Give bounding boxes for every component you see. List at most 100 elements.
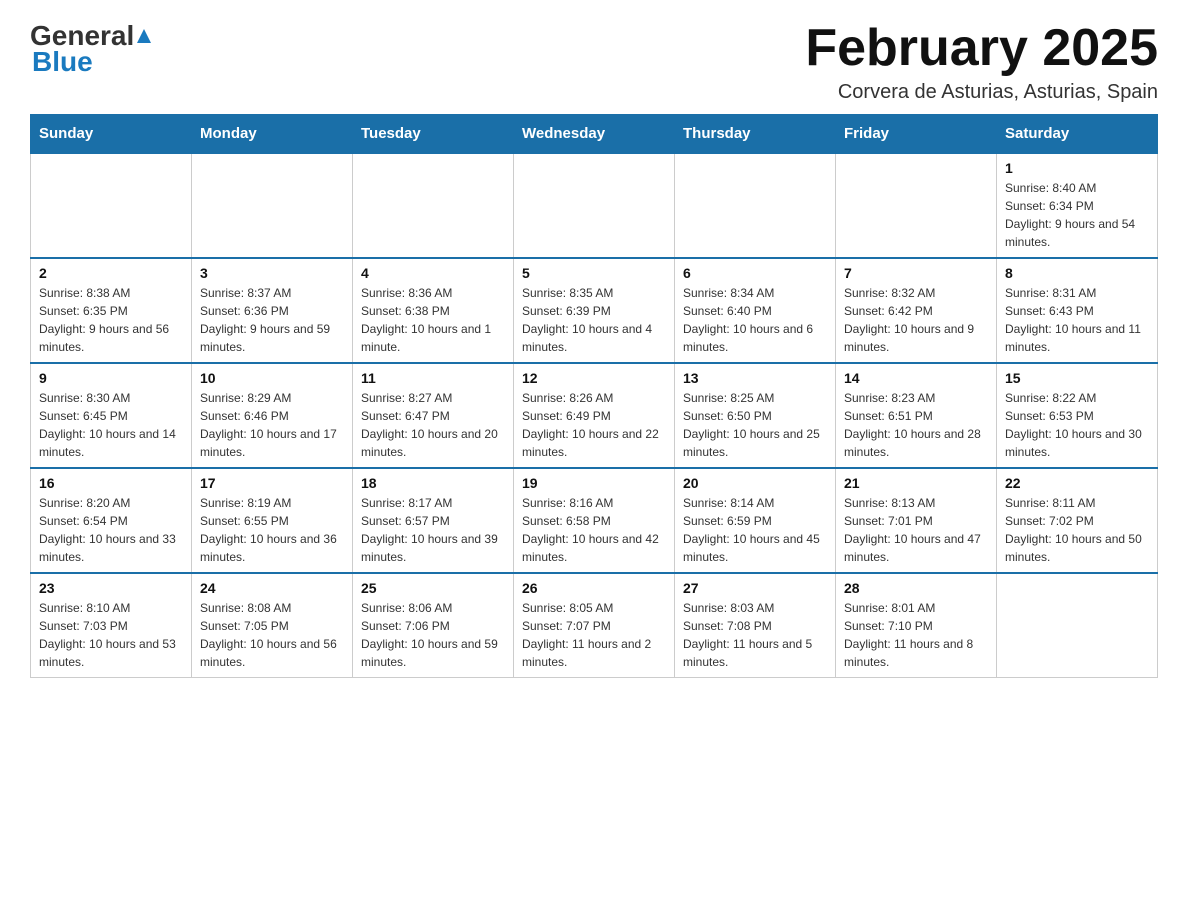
- day-number: 20: [683, 475, 827, 491]
- calendar-cell-w5-d2: 24 Sunrise: 8:08 AM Sunset: 7:05 PM Dayli…: [192, 573, 353, 678]
- day-number: 19: [522, 475, 666, 491]
- day-info: Sunrise: 8:35 AM Sunset: 6:39 PM Dayligh…: [522, 284, 666, 356]
- col-friday: Friday: [836, 115, 997, 154]
- calendar-cell-w3-d6: 14 Sunrise: 8:23 AM Sunset: 6:51 PM Dayli…: [836, 363, 997, 468]
- day-info: Sunrise: 8:19 AM Sunset: 6:55 PM Dayligh…: [200, 494, 344, 566]
- title-section: February 2025 Corvera de Asturias, Astur…: [805, 20, 1158, 104]
- day-info: Sunrise: 8:38 AM Sunset: 6:35 PM Dayligh…: [39, 284, 183, 356]
- day-info: Sunrise: 8:01 AM Sunset: 7:10 PM Dayligh…: [844, 599, 988, 671]
- day-number: 21: [844, 475, 988, 491]
- calendar-cell-w4-d4: 19 Sunrise: 8:16 AM Sunset: 6:58 PM Dayli…: [514, 468, 675, 573]
- calendar-cell-w1-d6: [836, 153, 997, 258]
- calendar-cell-w5-d1: 23 Sunrise: 8:10 AM Sunset: 7:03 PM Dayli…: [31, 573, 192, 678]
- day-info: Sunrise: 8:05 AM Sunset: 7:07 PM Dayligh…: [522, 599, 666, 671]
- day-info: Sunrise: 8:37 AM Sunset: 6:36 PM Dayligh…: [200, 284, 344, 356]
- day-number: 24: [200, 580, 344, 596]
- calendar-cell-w3-d7: 15 Sunrise: 8:22 AM Sunset: 6:53 PM Dayli…: [997, 363, 1158, 468]
- day-info: Sunrise: 8:25 AM Sunset: 6:50 PM Dayligh…: [683, 389, 827, 461]
- logo: General Blue: [30, 20, 154, 78]
- calendar-cell-w3-d1: 9 Sunrise: 8:30 AM Sunset: 6:45 PM Daylig…: [31, 363, 192, 468]
- calendar-cell-w5-d5: 27 Sunrise: 8:03 AM Sunset: 7:08 PM Dayli…: [675, 573, 836, 678]
- calendar-cell-w2-d7: 8 Sunrise: 8:31 AM Sunset: 6:43 PM Daylig…: [997, 258, 1158, 363]
- day-number: 13: [683, 370, 827, 386]
- day-number: 18: [361, 475, 505, 491]
- calendar-week-4: 16 Sunrise: 8:20 AM Sunset: 6:54 PM Dayli…: [31, 468, 1158, 573]
- day-number: 17: [200, 475, 344, 491]
- day-number: 4: [361, 265, 505, 281]
- day-info: Sunrise: 8:08 AM Sunset: 7:05 PM Dayligh…: [200, 599, 344, 671]
- day-number: 3: [200, 265, 344, 281]
- day-number: 16: [39, 475, 183, 491]
- logo-triangle-icon: [134, 27, 154, 45]
- col-thursday: Thursday: [675, 115, 836, 154]
- calendar-cell-w1-d1: [31, 153, 192, 258]
- day-number: 9: [39, 370, 183, 386]
- day-info: Sunrise: 8:03 AM Sunset: 7:08 PM Dayligh…: [683, 599, 827, 671]
- calendar-body: 1 Sunrise: 8:40 AM Sunset: 6:34 PM Daylig…: [31, 153, 1158, 678]
- day-info: Sunrise: 8:16 AM Sunset: 6:58 PM Dayligh…: [522, 494, 666, 566]
- day-info: Sunrise: 8:40 AM Sunset: 6:34 PM Dayligh…: [1005, 179, 1149, 251]
- day-number: 11: [361, 370, 505, 386]
- calendar-table: Sunday Monday Tuesday Wednesday Thursday…: [30, 114, 1158, 678]
- day-number: 27: [683, 580, 827, 596]
- day-info: Sunrise: 8:23 AM Sunset: 6:51 PM Dayligh…: [844, 389, 988, 461]
- calendar-cell-w5-d4: 26 Sunrise: 8:05 AM Sunset: 7:07 PM Dayli…: [514, 573, 675, 678]
- day-number: 1: [1005, 160, 1149, 176]
- calendar-cell-w5-d6: 28 Sunrise: 8:01 AM Sunset: 7:10 PM Dayli…: [836, 573, 997, 678]
- calendar-cell-w4-d1: 16 Sunrise: 8:20 AM Sunset: 6:54 PM Dayli…: [31, 468, 192, 573]
- day-number: 28: [844, 580, 988, 596]
- day-info: Sunrise: 8:32 AM Sunset: 6:42 PM Dayligh…: [844, 284, 988, 356]
- calendar-header-row: Sunday Monday Tuesday Wednesday Thursday…: [31, 115, 1158, 154]
- calendar-cell-w4-d2: 17 Sunrise: 8:19 AM Sunset: 6:55 PM Dayli…: [192, 468, 353, 573]
- day-info: Sunrise: 8:10 AM Sunset: 7:03 PM Dayligh…: [39, 599, 183, 671]
- day-info: Sunrise: 8:20 AM Sunset: 6:54 PM Dayligh…: [39, 494, 183, 566]
- day-number: 23: [39, 580, 183, 596]
- day-info: Sunrise: 8:27 AM Sunset: 6:47 PM Dayligh…: [361, 389, 505, 461]
- day-number: 10: [200, 370, 344, 386]
- page-header: General Blue February 2025 Corvera de As…: [30, 20, 1158, 104]
- calendar-cell-w1-d3: [353, 153, 514, 258]
- day-number: 22: [1005, 475, 1149, 491]
- calendar-cell-w4-d6: 21 Sunrise: 8:13 AM Sunset: 7:01 PM Dayli…: [836, 468, 997, 573]
- day-info: Sunrise: 8:36 AM Sunset: 6:38 PM Dayligh…: [361, 284, 505, 356]
- logo-blue-text: Blue: [32, 46, 93, 77]
- day-info: Sunrise: 8:13 AM Sunset: 7:01 PM Dayligh…: [844, 494, 988, 566]
- col-sunday: Sunday: [31, 115, 192, 154]
- day-info: Sunrise: 8:34 AM Sunset: 6:40 PM Dayligh…: [683, 284, 827, 356]
- calendar-cell-w1-d5: [675, 153, 836, 258]
- day-number: 8: [1005, 265, 1149, 281]
- calendar-cell-w4-d5: 20Sunrise: 8:14 AM Sunset: 6:59 PM Dayli…: [675, 468, 836, 573]
- calendar-cell-w5-d7: [997, 573, 1158, 678]
- day-info: Sunrise: 8:11 AM Sunset: 7:02 PM Dayligh…: [1005, 494, 1149, 566]
- day-number: 6: [683, 265, 827, 281]
- day-info: Sunrise: 8:26 AM Sunset: 6:49 PM Dayligh…: [522, 389, 666, 461]
- calendar-cell-w2-d5: 6 Sunrise: 8:34 AM Sunset: 6:40 PM Daylig…: [675, 258, 836, 363]
- calendar-cell-w1-d2: [192, 153, 353, 258]
- calendar-week-2: 2 Sunrise: 8:38 AM Sunset: 6:35 PM Daylig…: [31, 258, 1158, 363]
- calendar-week-1: 1 Sunrise: 8:40 AM Sunset: 6:34 PM Daylig…: [31, 153, 1158, 258]
- calendar-cell-w1-d4: [514, 153, 675, 258]
- calendar-cell-w4-d3: 18 Sunrise: 8:17 AM Sunset: 6:57 PM Dayli…: [353, 468, 514, 573]
- calendar-week-3: 9 Sunrise: 8:30 AM Sunset: 6:45 PM Daylig…: [31, 363, 1158, 468]
- calendar-week-5: 23 Sunrise: 8:10 AM Sunset: 7:03 PM Dayli…: [31, 573, 1158, 678]
- day-info: Sunrise: 8:31 AM Sunset: 6:43 PM Dayligh…: [1005, 284, 1149, 356]
- day-number: 2: [39, 265, 183, 281]
- day-info: Sunrise: 8:17 AM Sunset: 6:57 PM Dayligh…: [361, 494, 505, 566]
- col-tuesday: Tuesday: [353, 115, 514, 154]
- calendar-cell-w1-d7: 1 Sunrise: 8:40 AM Sunset: 6:34 PM Daylig…: [997, 153, 1158, 258]
- calendar-cell-w3-d3: 11 Sunrise: 8:27 AM Sunset: 6:47 PM Dayli…: [353, 363, 514, 468]
- day-number: 26: [522, 580, 666, 596]
- day-number: 14: [844, 370, 988, 386]
- calendar-cell-w2-d3: 4 Sunrise: 8:36 AM Sunset: 6:38 PM Daylig…: [353, 258, 514, 363]
- day-number: 12: [522, 370, 666, 386]
- day-info: Sunrise: 8:22 AM Sunset: 6:53 PM Dayligh…: [1005, 389, 1149, 461]
- day-info: Sunrise: 8:29 AM Sunset: 6:46 PM Dayligh…: [200, 389, 344, 461]
- calendar-cell-w5-d3: 25 Sunrise: 8:06 AM Sunset: 7:06 PM Dayli…: [353, 573, 514, 678]
- day-number: 7: [844, 265, 988, 281]
- day-number: 25: [361, 580, 505, 596]
- day-info: Sunrise: 8:30 AM Sunset: 6:45 PM Dayligh…: [39, 389, 183, 461]
- day-number: 15: [1005, 370, 1149, 386]
- day-info: Sunrise: 8:06 AM Sunset: 7:06 PM Dayligh…: [361, 599, 505, 671]
- calendar-cell-w2-d2: 3 Sunrise: 8:37 AM Sunset: 6:36 PM Daylig…: [192, 258, 353, 363]
- calendar-cell-w3-d2: 10 Sunrise: 8:29 AM Sunset: 6:46 PM Dayli…: [192, 363, 353, 468]
